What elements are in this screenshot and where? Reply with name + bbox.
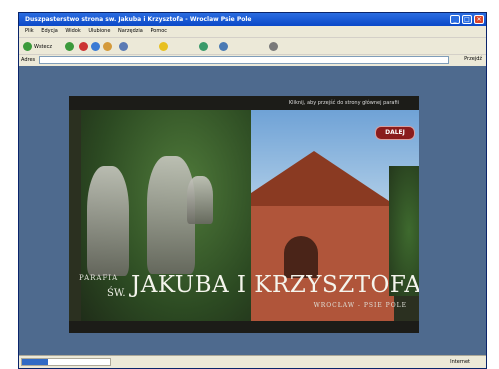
statue-child — [187, 176, 213, 224]
banner-top-strip: Kliknij, aby przejść do strony głównej p… — [69, 96, 419, 110]
menu-item-narzedzia[interactable]: Narzędzia — [118, 28, 143, 34]
back-icon[interactable] — [23, 42, 32, 51]
menu-bar: Plik Edycja Widok Ulubione Narzędzia Pom… — [19, 26, 486, 37]
toolbar: Wstecz — [19, 37, 486, 55]
history-icon[interactable] — [199, 42, 208, 51]
menu-item-edycja[interactable]: Edycja — [41, 28, 58, 34]
minimize-button[interactable]: _ — [450, 15, 460, 24]
favorites-icon[interactable] — [159, 42, 168, 51]
sw-label: ŚW. — [107, 288, 126, 299]
parish-banner[interactable]: Kliknij, aby przejść do strony głównej p… — [69, 96, 419, 333]
refresh-icon[interactable] — [91, 42, 100, 51]
stop-icon[interactable] — [79, 42, 88, 51]
title-bar: Duszpasterstwo strona sw. Jakuba i Krzys… — [19, 13, 486, 26]
menu-item-ulubione[interactable]: Ulubione — [88, 28, 110, 34]
forward-icon[interactable] — [65, 42, 74, 51]
city-label: WROCŁAW - PSIE POLE — [313, 302, 407, 309]
go-button[interactable]: Przejdź — [464, 56, 482, 62]
dalej-button[interactable]: DALEJ — [375, 126, 415, 140]
page-content: Kliknij, aby przejść do strony głównej p… — [19, 66, 486, 358]
menu-item-pomoc[interactable]: Pomoc — [150, 28, 167, 34]
window-title: Duszpasterstwo strona sw. Jakuba i Krzys… — [25, 16, 252, 23]
statue-saint-left — [87, 166, 129, 276]
back-label[interactable]: Wstecz — [34, 44, 52, 50]
address-bar: Adres Przejdź — [19, 54, 486, 66]
status-zone: Internet — [450, 359, 470, 365]
parafia-label: PARAFIA — [79, 274, 119, 282]
maximize-button[interactable]: □ — [462, 15, 472, 24]
address-input[interactable] — [39, 56, 449, 64]
close-button[interactable]: ✕ — [474, 15, 484, 24]
progress-bar — [21, 358, 111, 366]
browser-window: Duszpasterstwo strona sw. Jakuba i Krzys… — [18, 12, 487, 369]
menu-item-plik[interactable]: Plik — [25, 28, 34, 34]
menu-item-widok[interactable]: Widok — [65, 28, 80, 34]
status-bar: Internet — [19, 355, 486, 368]
banner-bottom-strip — [69, 321, 419, 333]
parish-name: JAKUBA I KRZYSZTOFA — [131, 272, 419, 298]
progress-fill — [22, 359, 49, 365]
address-label: Adres — [21, 57, 36, 63]
mail-icon[interactable] — [219, 42, 228, 51]
print-icon[interactable] — [269, 42, 278, 51]
search-icon[interactable] — [119, 42, 128, 51]
home-icon[interactable] — [103, 42, 112, 51]
